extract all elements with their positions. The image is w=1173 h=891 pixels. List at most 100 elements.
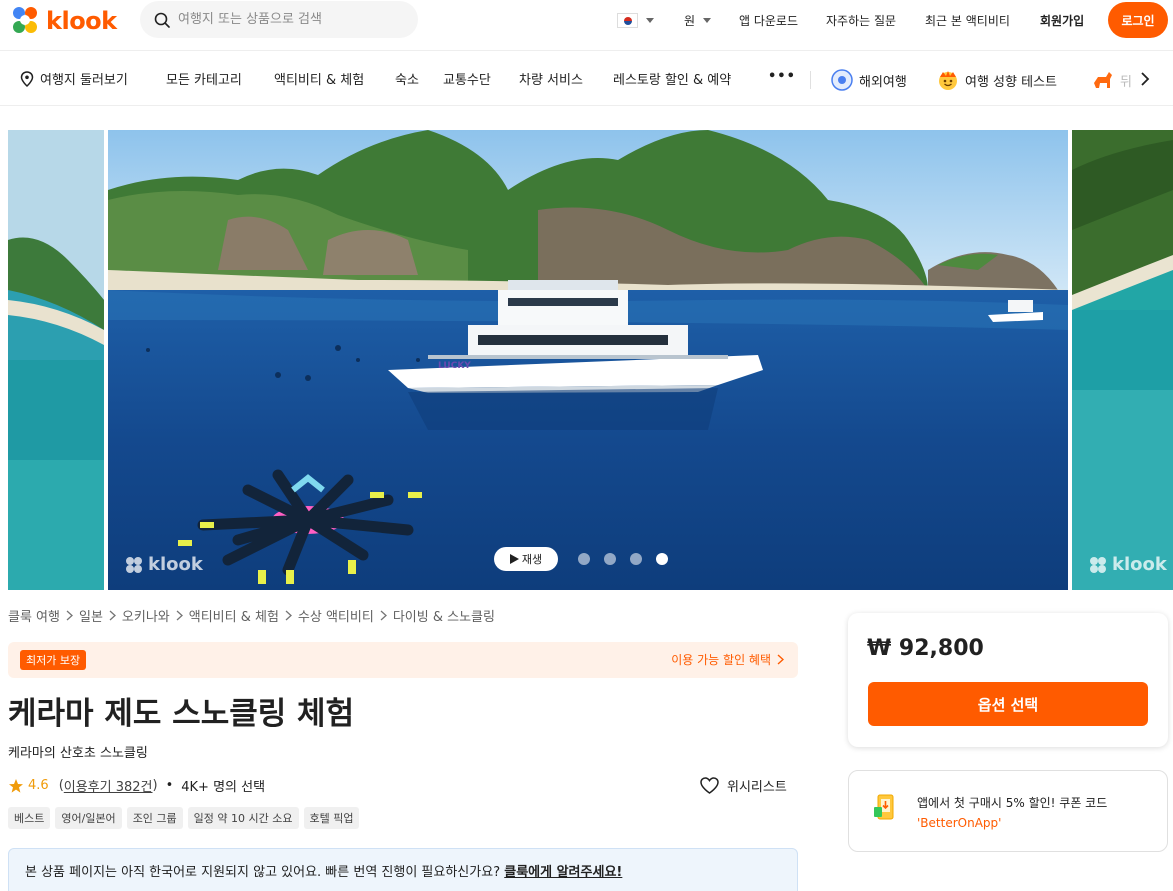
search-input[interactable] (178, 12, 398, 27)
tag-join-group: 조인 그룹 (126, 807, 183, 829)
nav-item-travel-test[interactable]: 여행 성향 테스트 (937, 69, 1057, 91)
booked-count: 4K+ 명의 선택 (181, 780, 266, 795)
nav-label: 여행지 둘러보기 (40, 73, 128, 88)
rating-value: 4.6 (28, 778, 49, 793)
smile-face-icon (939, 71, 957, 90)
watermark-text: klook (148, 554, 203, 575)
app-discount-label: 앱에서 첫 구매시 5% 할인! 쿠폰 코드 (917, 796, 1108, 810)
close-paren: ) (152, 778, 158, 793)
play-icon (509, 554, 519, 564)
nav-label: 여행 성향 테스트 (965, 74, 1057, 90)
klook-watermark-icon (1090, 556, 1106, 573)
klook-watermark-icon (126, 556, 142, 573)
carousel-prev-image[interactable] (8, 130, 104, 590)
login-button[interactable]: 로그인 (1108, 2, 1168, 38)
currency-selector[interactable]: 원 (684, 9, 712, 31)
nav-item-all-categories[interactable]: 모든 카테고리 (166, 69, 242, 88)
chevron-right-icon (66, 610, 73, 621)
rating-summary: 4.6 ( 이용후기 382건 ) • 4K+ 명의 선택 (8, 776, 265, 795)
price: ₩ 92,800 (867, 636, 984, 661)
breadcrumb-item[interactable]: 오키나와 (122, 606, 170, 625)
klook-logo[interactable]: klook (8, 4, 117, 38)
search-icon (154, 12, 170, 28)
nav-label: 해외여행 (859, 74, 907, 90)
chevron-right-icon (109, 610, 116, 621)
phone-coupon-icon (874, 794, 894, 820)
notice-text: 본 상품 페이지는 아직 한국어로 지원되지 않고 있어요. 빠른 번역 진행이… (25, 865, 501, 880)
boat-name-text: LUCKY (438, 361, 471, 371)
app-download-link[interactable]: 앱 다운로드 (739, 12, 798, 29)
nav-item-stays[interactable]: 숙소 (395, 69, 419, 88)
wishlist-button[interactable]: 위시리스트 (700, 776, 787, 795)
chevron-right-icon[interactable] (1140, 71, 1150, 87)
translation-notice: 본 상품 페이지는 아직 한국어로 지원되지 않고 있어요. 빠른 번역 진행이… (8, 848, 798, 891)
breadcrumb-item[interactable]: 다이빙 & 스노클링 (393, 606, 495, 625)
chevron-right-icon (380, 610, 387, 621)
product-title: 케라마 제도 스노클링 체험 (8, 696, 355, 732)
logo-text: klook (46, 7, 117, 35)
category-nav: 여행지 둘러보기 모든 카테고리 액티비티 & 체험 숙소 교통수단 차량 서비… (0, 50, 1173, 106)
location-pin-icon (20, 70, 34, 87)
breadcrumb-item[interactable]: 일본 (79, 606, 103, 625)
carousel-dot[interactable] (578, 553, 590, 565)
discount-link-label: 이용 가능 할인 혜택 (671, 653, 771, 667)
breadcrumb: 클룩 여행 일본 오키나와 액티비티 & 체험 수상 액티비티 다이빙 & 스노… (8, 606, 495, 625)
breadcrumb-item[interactable]: 액티비티 & 체험 (189, 606, 279, 625)
breadcrumb-item[interactable]: 클룩 여행 (8, 606, 60, 625)
recently-viewed-link[interactable]: 최근 본 액티비티 (925, 12, 1010, 29)
app-discount-card[interactable]: 앱에서 첫 구매시 5% 할인! 쿠폰 코드 'BetterOnApp' (848, 770, 1168, 852)
carousel-next-image[interactable] (1072, 130, 1173, 590)
language-selector[interactable] (617, 9, 654, 31)
globe-plane-icon (831, 69, 853, 91)
dog-icon (1094, 72, 1112, 88)
select-option-button[interactable]: 옵션 선택 (868, 682, 1148, 726)
breadcrumb-item[interactable]: 수상 액티비티 (298, 606, 374, 625)
play-button[interactable]: 재생 (494, 547, 558, 571)
carousel-dot[interactable] (630, 553, 642, 565)
image-carousel[interactable]: LUCKY klook klook 재생 (0, 130, 1173, 590)
tag-duration: 일정 약 10 시간 소요 (187, 807, 299, 829)
tag-best: 베스트 (8, 807, 51, 829)
heart-icon (700, 777, 719, 794)
klook-watermark: klook (1088, 554, 1167, 575)
nav-item-restaurant[interactable]: 레스토랑 할인 & 예약 (613, 69, 731, 88)
product-subtitle: 케라마의 산호초 스노클링 (8, 746, 148, 761)
wishlist-label: 위시리스트 (727, 780, 787, 795)
faq-link[interactable]: 자주하는 질문 (826, 12, 896, 29)
nav-item-car-service[interactable]: 차량 서비스 (519, 69, 583, 88)
search-bar[interactable] (140, 1, 418, 38)
notify-klook-link[interactable]: 클룩에게 알려주세요! (504, 865, 622, 880)
chevron-right-icon (285, 610, 292, 621)
korea-flag-icon (617, 12, 638, 28)
discount-benefits-link[interactable]: 이용 가능 할인 혜택 (671, 651, 784, 668)
nav-item-transport[interactable]: 교통수단 (443, 69, 491, 88)
carousel-dot-active[interactable] (656, 553, 668, 565)
nav-item-truncated[interactable]: 뒤 (1092, 69, 1136, 91)
chevron-right-icon (777, 654, 784, 665)
carousel-main-image[interactable]: LUCKY (108, 130, 1068, 590)
price-card: ₩ 92,800 옵션 선택 (848, 613, 1168, 747)
tag-hotel-pickup: 호텔 픽업 (303, 807, 360, 829)
star-icon (9, 778, 23, 793)
chevron-right-icon (176, 610, 183, 621)
nav-item-activities[interactable]: 액티비티 & 체험 (274, 69, 364, 88)
discount-promo-bar[interactable]: 최저가 보장 이용 가능 할인 혜택 (8, 642, 798, 678)
signup-link[interactable]: 회원가입 (1040, 12, 1084, 29)
tag-language: 영어/일본어 (55, 807, 122, 829)
currency-label: 원 (684, 13, 696, 28)
more-menu-button[interactable]: ••• (768, 69, 796, 84)
chevron-down-icon (646, 17, 654, 23)
nav-item-overseas[interactable]: 해외여행 (831, 69, 907, 91)
klook-logo-icon (13, 7, 37, 33)
watermark-text: klook (1112, 554, 1167, 575)
play-label: 재생 (521, 553, 543, 566)
app-discount-text: 앱에서 첫 구매시 5% 할인! 쿠폰 코드 'BetterOnApp' (917, 793, 1157, 833)
nav-item-destinations[interactable]: 여행지 둘러보기 (20, 69, 128, 88)
carousel-dot[interactable] (604, 553, 616, 565)
nav-label: 뒤 (1120, 74, 1132, 90)
product-tags: 베스트 영어/일본어 조인 그룹 일정 약 10 시간 소요 호텔 픽업 (8, 807, 360, 829)
coupon-code: 'BetterOnApp' (917, 816, 1002, 830)
lowest-price-badge: 최저가 보장 (20, 650, 87, 670)
klook-watermark: klook (124, 554, 203, 575)
reviews-link[interactable]: 이용후기 382건 (64, 776, 153, 795)
